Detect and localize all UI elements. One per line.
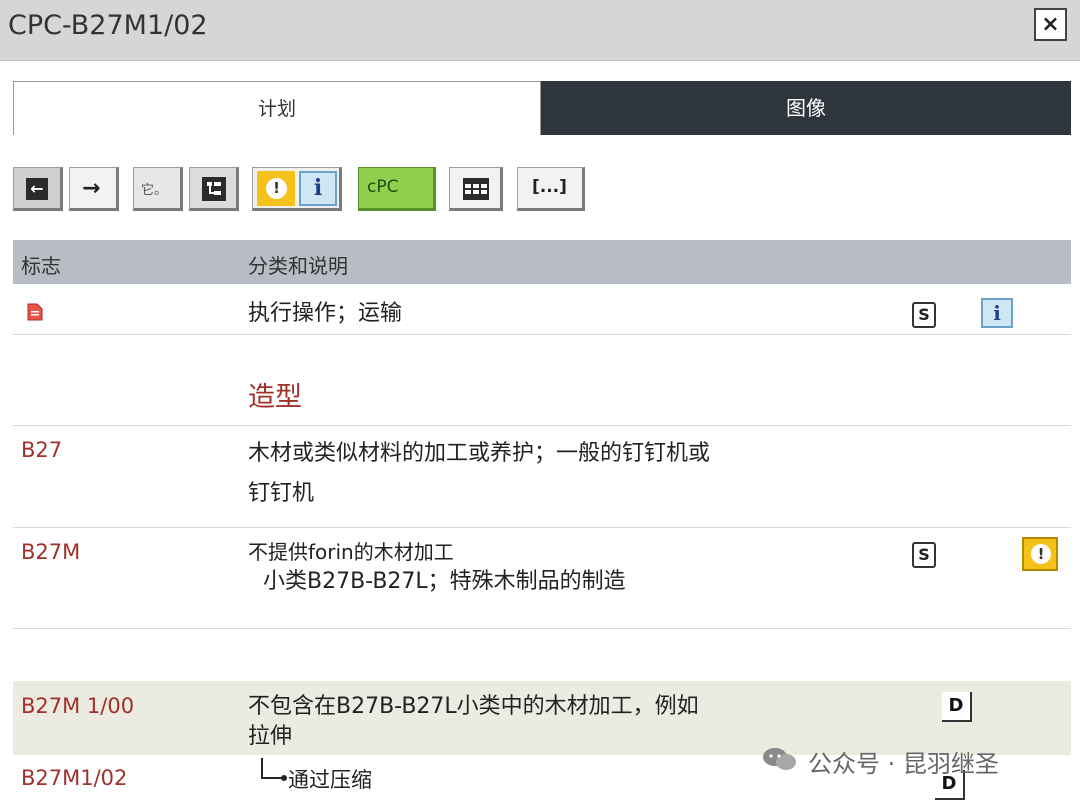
row-description-line-1: 木材或类似材料的加工或养护；一般的钉钉机或 bbox=[248, 441, 711, 466]
tab-image[interactable]: 图像 bbox=[541, 81, 1071, 135]
d-icon[interactable]: D bbox=[942, 692, 972, 722]
s-icon[interactable]: S bbox=[912, 542, 936, 568]
table-row[interactable]: B27M 不提供forin的木材加工 小类B27B-B27L；特殊木制品的制造 … bbox=[13, 528, 1071, 628]
text-button-label: 它。 bbox=[141, 183, 168, 198]
row-code: B27M 1/00 bbox=[21, 694, 135, 718]
forward-button[interactable]: → bbox=[69, 167, 119, 211]
wechat-icon bbox=[763, 748, 796, 770]
section-title: 造型 bbox=[248, 382, 302, 413]
row-description: 通过压缩 bbox=[288, 768, 372, 792]
title-bar: CPC-B27M1/02 × bbox=[0, 0, 1080, 61]
row-description-line-2: 钉钉机 bbox=[248, 481, 315, 506]
hierarchy-icon bbox=[202, 177, 226, 201]
warning-icon: ! bbox=[257, 171, 295, 206]
back-arrow-icon: ← bbox=[26, 178, 48, 200]
watermark-text: 公众号 · 昆羽继圣 bbox=[808, 750, 999, 778]
header-flag: 标志 bbox=[21, 254, 61, 278]
s-icon[interactable]: S bbox=[912, 302, 936, 328]
info-icon: i bbox=[299, 171, 337, 206]
row-description-line-2: 拉伸 bbox=[248, 724, 293, 749]
grid-header: 标志 分类和说明 bbox=[13, 240, 1071, 284]
warning-glyph: ! bbox=[1031, 544, 1051, 564]
close-button[interactable]: × bbox=[1034, 8, 1067, 41]
tree-connector-icon bbox=[261, 758, 287, 781]
warning-glyph: ! bbox=[266, 178, 287, 199]
row-divider bbox=[13, 628, 1071, 629]
back-button[interactable]: ← bbox=[13, 167, 63, 211]
warning-icon[interactable]: ! bbox=[1022, 537, 1058, 571]
table-row[interactable]: 执行操作；运输 S i bbox=[13, 284, 1071, 334]
table-button[interactable] bbox=[449, 167, 503, 211]
section-row: 造型 bbox=[13, 335, 1071, 425]
forward-arrow-icon: → bbox=[82, 176, 101, 201]
window-title: CPC-B27M1/02 bbox=[8, 10, 208, 41]
tab-bar: 计划 图像 bbox=[13, 81, 1071, 135]
row-code: B27M bbox=[21, 540, 81, 564]
more-button[interactable]: [...] bbox=[517, 167, 585, 211]
row-description-line-1: 不提供forin的木材加工 bbox=[248, 540, 454, 564]
hierarchy-button[interactable] bbox=[189, 167, 239, 211]
text-button[interactable]: 它。 bbox=[133, 167, 183, 211]
table-icon bbox=[463, 178, 489, 200]
row-code: B27 bbox=[21, 438, 63, 462]
tab-plan[interactable]: 计划 bbox=[13, 81, 541, 135]
document-flag-icon bbox=[27, 303, 43, 321]
cpc-button-label: cPC bbox=[367, 177, 399, 197]
info-icon[interactable]: i bbox=[981, 298, 1013, 328]
header-description: 分类和说明 bbox=[248, 254, 348, 278]
row-description-line-1: 不包含在B27B-B27L小类中的木材加工，例如 bbox=[248, 694, 699, 719]
table-row[interactable]: B27 木材或类似材料的加工或养护；一般的钉钉机或 钉钉机 bbox=[13, 426, 1071, 526]
more-button-label: [...] bbox=[532, 177, 567, 197]
row-code: B27M1/02 bbox=[21, 766, 128, 790]
cpc-button[interactable]: cPC bbox=[358, 167, 436, 211]
row-description: 执行操作；运输 bbox=[248, 301, 403, 326]
warning-info-button[interactable]: ! i bbox=[252, 167, 342, 211]
row-description-line-2: 小类B27B-B27L；特殊木制品的制造 bbox=[263, 569, 626, 594]
